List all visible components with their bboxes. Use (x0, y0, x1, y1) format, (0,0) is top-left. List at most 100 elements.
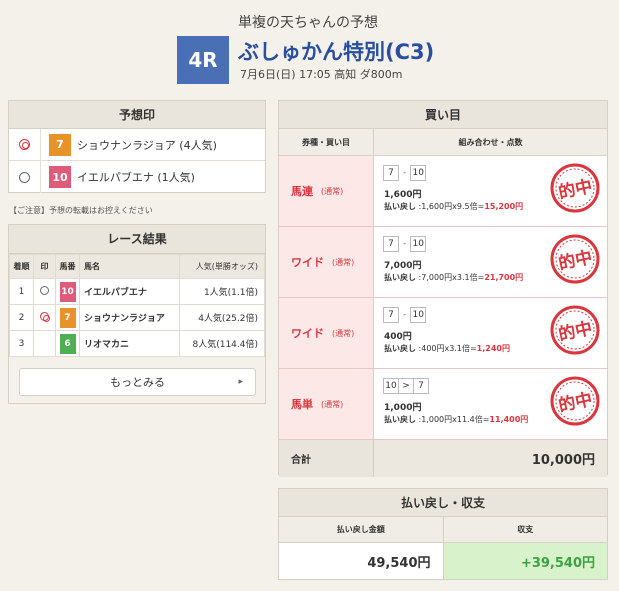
rank-cell: 3 (9, 330, 34, 357)
table-row: 3 6 リオマカニ 8人気(114.4倍) (9, 330, 265, 357)
hit-stamp-icon: 的中 (550, 234, 600, 284)
combo-horse-a: 7 (383, 236, 399, 252)
hit-stamp-icon: 的中 (550, 376, 600, 426)
payout-col-header: 払い戻し金額 (279, 517, 444, 542)
show-more-label: もっとみる (110, 376, 165, 389)
col-header-popularity: 人気(単勝オッズ) (179, 254, 265, 279)
balance-amount: +39,540円 (443, 543, 607, 579)
bets-panel: 買い目 券種・買い目 組み合わせ・点数 馬連 (通常) 7-10 1,600円 払い戻し… (278, 100, 608, 477)
payout-amount: 49,540円 (279, 543, 444, 579)
hit-stamp-icon: 的中 (550, 305, 600, 355)
combo-horse-a: 7 (383, 307, 399, 323)
combo-horse-b: 10 (410, 165, 427, 181)
bet-amount: 1,600円 (384, 190, 422, 200)
payout-line: 払い戻し :7,000円x3.1倍=21,700円 (384, 272, 523, 283)
race-number-badge: 4R (177, 36, 229, 84)
payout-balance-panel: 払い戻し・収支 払い戻し金額 収支 49,540円 +39,540円 (278, 488, 608, 580)
horse-number-badge: 10 (49, 166, 71, 188)
prediction-horse-text: ショウナンラジョア (4人気) (77, 138, 217, 152)
bet-subtype: (通常) (321, 399, 344, 409)
bet-type: ワイド (291, 256, 324, 269)
payout-calc: :1,000円x11.4倍= (418, 415, 490, 424)
bet-amount: 1,000円 (384, 403, 422, 413)
popularity-cell: 8人気(114.4倍) (179, 330, 265, 357)
payout-line: 払い戻し :1,600円x9.5倍=15,200円 (384, 201, 523, 212)
bet-detail-cell: 7-10 1,600円 払い戻し :1,600円x9.5倍=15,200円 的中 (374, 156, 607, 226)
payout-line: 払い戻し :400円x3.1倍=1,240円 (384, 343, 510, 354)
payout-line: 払い戻し :1,000円x11.4倍=11,400円 (384, 414, 528, 425)
double-circle-mark-icon (19, 139, 30, 150)
bet-type-cell: 馬単 (通常) (279, 369, 374, 439)
combo-separator: - (403, 168, 407, 178)
bet-combination: 7-10 (383, 165, 427, 181)
popularity-cell: 4人気(25.2倍) (179, 304, 265, 331)
table-row: 1 10 イエルパブエナ 1人気(1.1倍) (9, 278, 265, 305)
col-header-rank: 着順 (9, 254, 34, 279)
rank-cell: 2 (9, 304, 34, 331)
table-row: 2 7 ショウナンラジョア 4人気(25.2倍) (9, 304, 265, 331)
payout-calc: :7,000円x3.1倍= (418, 273, 485, 282)
col-header-mark: 印 (33, 254, 56, 279)
payout-result: 11,400円 (489, 415, 529, 424)
race-result-table: 着順 印 馬番 馬名 人気(単勝オッズ) 1 10 イエルパブエナ 1人気(1.… (9, 254, 265, 357)
payout-balance-title: 払い戻し・収支 (279, 489, 607, 517)
race-title: ぶしゅかん特別(C3) (238, 40, 435, 64)
horse-name-cell: イエルパブエナ (78, 278, 181, 305)
bet-subtype: (通常) (321, 186, 344, 196)
total-label: 合計 (279, 440, 374, 477)
col-header-name: 馬名 (78, 254, 181, 279)
hit-stamp-icon: 的中 (550, 163, 600, 213)
payout-calc: :400円x3.1倍= (418, 344, 477, 353)
double-circle-mark-icon (40, 311, 50, 322)
combo-separator: > (399, 378, 413, 394)
hit-stamp-text: 的中 (557, 247, 595, 275)
combo-horse-a: 10 (383, 378, 399, 394)
combo-horse-b: 7 (413, 378, 429, 394)
payout-label: 払い戻し (384, 415, 416, 424)
bets-col-type: 券種・買い目 (279, 129, 374, 155)
prediction-row: 10 イエルパブエナ (1人気) (9, 161, 265, 193)
bets-col-combo: 組み合わせ・点数 (458, 137, 523, 147)
bet-row: 馬連 (通常) 7-10 1,600円 払い戻し :1,600円x9.5倍=15,200… (279, 156, 607, 227)
bet-type: ワイド (291, 327, 324, 340)
payout-calc: :1,600円x9.5倍= (418, 202, 485, 211)
payout-result: 15,200円 (484, 202, 524, 211)
bet-subtype: (通常) (332, 257, 355, 267)
bet-type-cell: ワイド (通常) (279, 298, 374, 368)
bet-combination: 7-10 (383, 307, 427, 323)
hit-stamp-text: 的中 (557, 389, 595, 417)
balance-col-header: 収支 (517, 525, 534, 534)
race-result-panel: レース結果 着順 印 馬番 馬名 人気(単勝オッズ) 1 10 イエルパブエナ … (8, 224, 266, 404)
prediction-row: 7 ショウナンラジョア (4人気) (9, 129, 265, 161)
combo-horse-b: 10 (410, 307, 427, 323)
popularity-cell: 1人気(1.1倍) (179, 278, 265, 305)
combo-separator: - (403, 239, 407, 249)
bet-amount: 7,000円 (384, 261, 422, 271)
combo-separator: - (403, 310, 407, 320)
bet-type-cell: 馬連 (通常) (279, 156, 374, 226)
show-more-button[interactable]: もっとみる ▸ (19, 368, 256, 396)
bet-row: 馬単 (通常) 10 >7 1,000円 払い戻し :1,000円x11.4倍=11,40… (279, 369, 607, 440)
bets-title: 買い目 (279, 101, 607, 129)
col-header-number: 馬番 (55, 254, 80, 279)
race-result-title: レース結果 (9, 225, 265, 254)
chevron-right-icon: ▸ (238, 377, 243, 387)
bet-detail-cell: 10 >7 1,000円 払い戻し :1,000円x11.4倍=11,400円 的中 (374, 369, 607, 439)
payout-label: 払い戻し (384, 344, 416, 353)
horse-number-badge: 10 (59, 281, 76, 302)
bet-combination: 7-10 (383, 236, 427, 252)
prediction-horse-text: イエルパブエナ (1人気) (77, 171, 195, 184)
horse-number-badge: 7 (59, 307, 76, 328)
payout-label: 払い戻し (384, 202, 416, 211)
bet-combination: 10 >7 (383, 378, 429, 394)
predictor-subtitle: 単複の天ちゃんの予想 (238, 15, 378, 31)
bet-detail-cell: 7-10 400円 払い戻し :400円x3.1倍=1,240円 的中 (374, 298, 607, 368)
horse-number-badge: 7 (49, 133, 71, 156)
caution-note: 【ご注意】予想の転載はお控えください (9, 206, 153, 215)
bet-amount: 400円 (384, 332, 412, 342)
bet-type-cell: ワイド (通常) (279, 227, 374, 297)
bet-subtype: (通常) (332, 328, 355, 338)
bet-detail-cell: 7-10 7,000円 払い戻し :7,000円x3.1倍=21,700円 的中 (374, 227, 607, 297)
circle-mark-icon (19, 171, 30, 183)
total-value: 10,000円 (374, 440, 607, 477)
